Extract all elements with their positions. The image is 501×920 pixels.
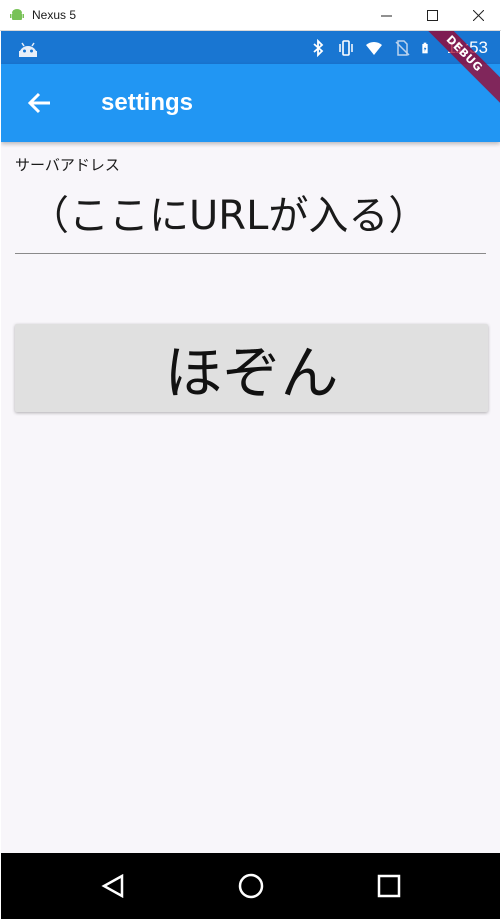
navigation-bar	[1, 853, 500, 919]
maximize-button[interactable]	[409, 0, 455, 31]
status-bar: 11:53	[1, 31, 500, 64]
maximize-icon	[426, 10, 438, 21]
nav-recents-button[interactable]	[374, 871, 404, 901]
page-title: settings	[101, 89, 194, 116]
recents-square-icon	[377, 874, 401, 898]
battery-icon	[422, 42, 428, 53]
window-controls	[363, 0, 501, 31]
android-app-icon	[10, 9, 24, 20]
minimize-icon	[380, 15, 392, 17]
home-circle-icon	[238, 873, 264, 899]
window-titlebar: Nexus 5	[0, 0, 501, 31]
close-button[interactable]	[455, 0, 501, 31]
no-sim-icon	[395, 39, 410, 56]
vibrate-icon	[338, 39, 353, 56]
minimize-button[interactable]	[363, 0, 409, 31]
server-address-label: サーバアドレス	[15, 156, 120, 174]
arrow-back-icon	[27, 92, 50, 114]
app-bar: settings	[1, 64, 500, 142]
server-address-input[interactable]	[15, 178, 486, 254]
window-title: Nexus 5	[32, 8, 77, 22]
android-icon	[19, 42, 37, 57]
back-button[interactable]	[25, 88, 55, 118]
close-icon	[472, 10, 484, 21]
back-triangle-icon	[101, 874, 124, 898]
save-button[interactable]: ほぞん	[15, 324, 488, 412]
phone-screen: 11:53 settings DEBUG サーバアドレス ほぞん	[1, 31, 500, 919]
nav-home-button[interactable]	[236, 871, 266, 901]
bluetooth-icon	[313, 38, 324, 57]
wifi-icon	[365, 41, 382, 55]
nav-back-button[interactable]	[98, 871, 128, 901]
